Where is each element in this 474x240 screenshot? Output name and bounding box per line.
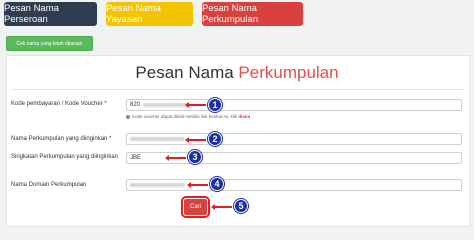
title-main: Pesan Nama xyxy=(135,63,234,82)
info-icon xyxy=(126,114,130,119)
voucher-link[interactable]: disini xyxy=(238,114,250,119)
page-title: Pesan Nama Perkumpulan xyxy=(0,63,474,83)
arrow-3 xyxy=(165,155,186,161)
voucher-note: Kode voucher dapat dibeli melalui link b… xyxy=(126,114,250,119)
check-reserved-names-button[interactable]: Cek nama yang telah dipesan xyxy=(6,36,93,51)
nama-input[interactable] xyxy=(126,133,462,145)
voucher-redacted xyxy=(143,103,190,107)
arrow-2 xyxy=(185,137,206,143)
cari-button[interactable]: Cari xyxy=(181,196,210,218)
pesan-nama-perkumpulan-button[interactable]: Pesan Nama Perkumpulan xyxy=(202,2,303,26)
singkatan-value: JBE xyxy=(130,155,142,161)
singkatan-label: Singkatan Perkumpulan yang diinginkan xyxy=(11,154,119,160)
voucher-input[interactable]: 820 xyxy=(126,99,462,111)
domain-input[interactable] xyxy=(126,179,462,191)
pesan-nama-perseroan-button[interactable]: Pesan Nama Perseroan xyxy=(4,2,97,26)
arrow-1 xyxy=(185,102,206,108)
step-badge-1: 1 xyxy=(208,98,222,112)
step-badge-2: 2 xyxy=(208,132,222,146)
title-accent: Perkumpulan xyxy=(238,63,339,82)
domain-redacted xyxy=(130,183,185,187)
voucher-label: Kode pembayaran / Kode Voucher * xyxy=(11,101,107,107)
step-badge-5: 5 xyxy=(234,199,248,213)
nama-label: Nama Perkumpulan yang diinginkan * xyxy=(11,136,112,142)
voucher-value: 820 xyxy=(130,102,141,108)
arrow-5 xyxy=(211,204,232,210)
pesan-nama-yayasan-button[interactable]: Pesan Nama Yayasan xyxy=(106,2,193,26)
step-badge-4: 4 xyxy=(210,177,224,191)
step-badge-3: 3 xyxy=(188,150,202,164)
arrow-4 xyxy=(187,182,208,188)
title-divider xyxy=(10,89,464,90)
nama-redacted xyxy=(130,137,185,141)
domain-label: Nama Domain Perkumpulan xyxy=(11,182,87,188)
voucher-note-text: Kode voucher dapat dibeli melalui link b… xyxy=(132,114,238,119)
